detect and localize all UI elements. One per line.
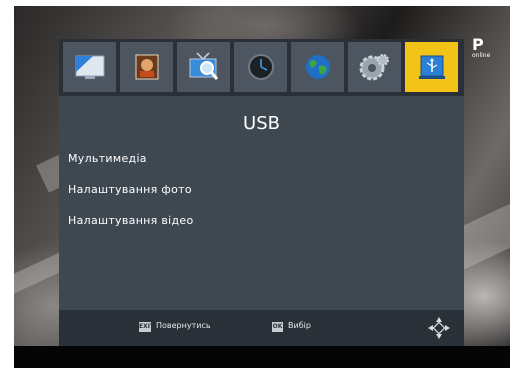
- exit-key-badge: EXIT: [139, 322, 155, 332]
- menu-item-video-settings[interactable]: Налаштування відео: [68, 214, 194, 227]
- usb-icon: [418, 55, 445, 79]
- channel-logo-tag: online: [472, 52, 491, 59]
- globe-icon: [305, 55, 330, 79]
- footer-hint-bar: EXIT Повернутись OK Вибір: [59, 310, 464, 346]
- menu-tab-bar: [59, 39, 464, 96]
- menu-item-multimedia[interactable]: Мультимедіа: [68, 152, 147, 165]
- tab-usb[interactable]: [405, 42, 458, 92]
- tab-picture[interactable]: [63, 42, 116, 92]
- image-search-icon: [135, 54, 158, 80]
- clock-icon: [247, 54, 274, 80]
- tab-system[interactable]: [348, 42, 401, 92]
- channel-search-icon: [189, 52, 218, 80]
- letterbox-bar: [14, 346, 510, 368]
- menu-item-photo-settings[interactable]: Налаштування фото: [68, 183, 192, 196]
- ok-key-badge: OK: [272, 322, 283, 332]
- channel-logo: P online: [472, 37, 492, 60]
- tab-channel-search[interactable]: [177, 42, 230, 92]
- tv-screen: P online USB Мультимедіа Налаштування фо…: [14, 6, 510, 368]
- back-hint: Повернутись: [156, 321, 211, 330]
- tab-image[interactable]: [120, 42, 173, 92]
- page-title: USB: [243, 113, 280, 134]
- tab-language[interactable]: [291, 42, 344, 92]
- select-hint: Вибір: [288, 321, 311, 330]
- navigation-arrows-icon: [428, 317, 450, 339]
- system-gear-icon: [359, 54, 389, 81]
- tab-time[interactable]: [234, 42, 287, 92]
- picture-settings-icon: [75, 55, 104, 79]
- settings-menu-panel: USB Мультимедіа Налаштування фото Налашт…: [59, 39, 464, 346]
